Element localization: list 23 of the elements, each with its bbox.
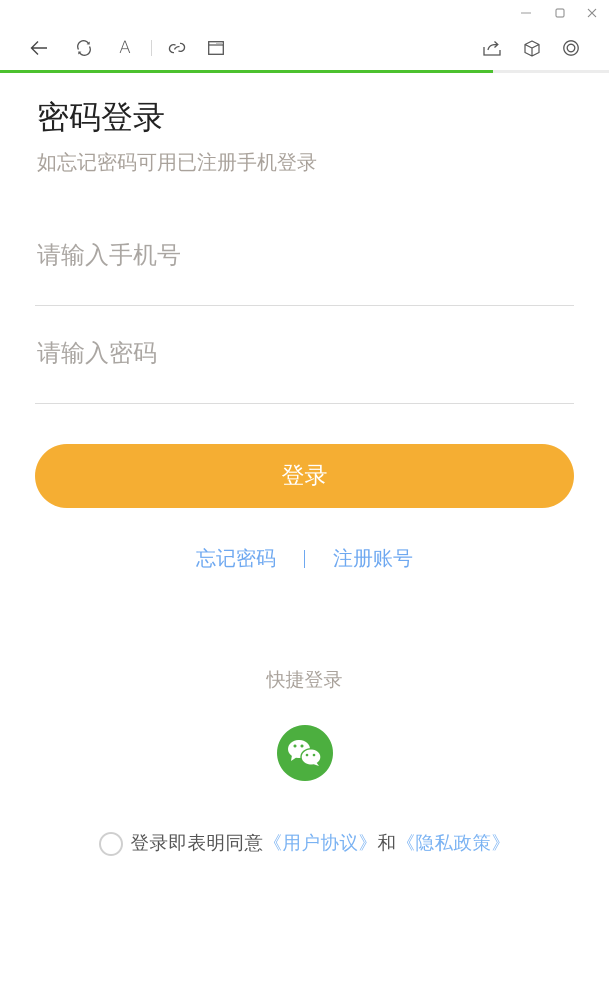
font-size-button[interactable]: A: [118, 38, 132, 58]
text-link[interactable]: 注册账号: [333, 546, 413, 572]
maximize-icon[interactable]: [555, 8, 565, 18]
back-arrow-icon[interactable]: [30, 40, 48, 56]
page-subtitle: 如忘记密码可用已注册手机登录: [37, 151, 318, 175]
close-icon[interactable]: [587, 8, 597, 18]
login-button[interactable]: 登录: [35, 444, 574, 508]
policy-link[interactable]: 《用户协议》: [264, 834, 378, 854]
policy-link[interactable]: 《隐私政策》: [396, 834, 510, 854]
agreement-radio[interactable]: [98, 832, 122, 856]
target-ring-icon[interactable]: [563, 40, 579, 56]
quick-login-label: 快捷登录: [266, 669, 342, 693]
agreement-text: 登录即表明同意《用户协议》和《隐私政策》: [130, 832, 510, 856]
wechat-login-icon[interactable]: [276, 725, 332, 781]
refresh-icon[interactable]: [76, 40, 92, 56]
link-icon[interactable]: [168, 42, 186, 54]
page-title: 密码登录: [37, 99, 166, 135]
browser-window-icon[interactable]: [208, 41, 224, 55]
share-icon[interactable]: [483, 40, 501, 56]
cube-icon[interactable]: [524, 40, 540, 56]
password-field[interactable]: 请输入密码: [35, 306, 574, 404]
phone-field[interactable]: 请输入手机号: [35, 207, 574, 306]
text-link[interactable]: 忘记密码: [196, 546, 276, 572]
